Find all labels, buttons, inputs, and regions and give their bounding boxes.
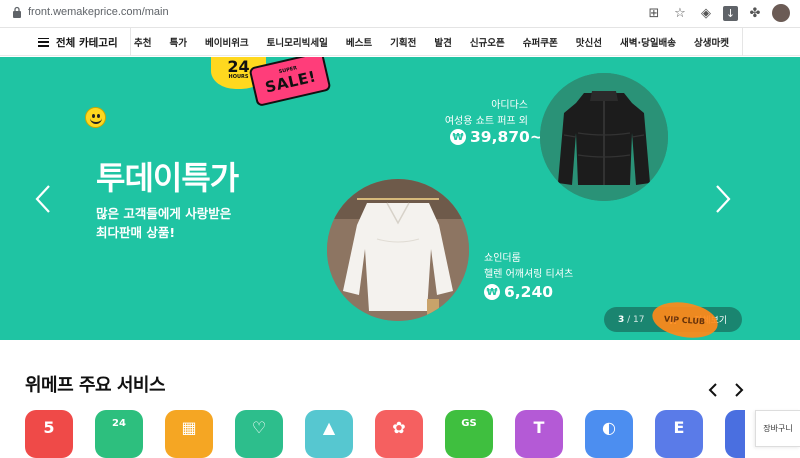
star-icon[interactable]: ☆ bbox=[671, 4, 689, 22]
gs-fresh-icon[interactable]: GS bbox=[445, 410, 493, 458]
extension-icon[interactable]: ◈ bbox=[697, 4, 715, 22]
nav-divider bbox=[742, 28, 743, 56]
product1-price[interactable]: ₩ 39,870~ bbox=[450, 128, 543, 146]
nav-item-tonymoly[interactable]: 토니모리빅세일 bbox=[258, 35, 337, 49]
profile-avatar[interactable] bbox=[772, 4, 790, 22]
nav-item-new-open[interactable]: 신규오픈 bbox=[461, 35, 514, 49]
won-icon: ₩ bbox=[450, 129, 466, 145]
product1-price-value: 39,870~ bbox=[470, 128, 543, 146]
nav-item-best[interactable]: 베스트 bbox=[337, 35, 381, 49]
sale-text: SALE! bbox=[263, 67, 318, 97]
product2-price-value: 6,240 bbox=[504, 283, 554, 301]
more-service-icon[interactable] bbox=[725, 410, 745, 458]
hero-banner[interactable]: 24 HOURS SUPER SALE! 투데이특가 많은 고객들에게 사랑받은… bbox=[0, 57, 800, 340]
product2-brand[interactable]: 쇼인더룸 bbox=[484, 249, 521, 264]
product1-name[interactable]: 여성용 쇼트 퍼프 외 bbox=[445, 112, 528, 127]
all-categories-label: 전체 카테고리 bbox=[56, 36, 118, 49]
24-hour-icon[interactable]: 24 bbox=[95, 410, 143, 458]
vip-club-sticker: VIP CLUB bbox=[649, 297, 721, 340]
hero-title: 투데이특가 bbox=[96, 159, 239, 197]
cart-button[interactable]: 장바구니 bbox=[755, 410, 800, 447]
nav-item-recommend[interactable]: 추천 bbox=[125, 35, 160, 49]
services-prev-arrow[interactable] bbox=[708, 382, 718, 398]
nav-item-exhibition[interactable]: 기획전 bbox=[381, 35, 425, 49]
nav-menu: 추천 특가 베이비위크 토니모리빅세일 베스트 기획전 발견 신규오픈 슈퍼쿠폰… bbox=[125, 28, 738, 56]
product2-image[interactable] bbox=[327, 179, 469, 321]
nav-item-fresh[interactable]: 맛신선 bbox=[567, 35, 611, 49]
product1-image[interactable] bbox=[540, 73, 668, 201]
hero-subtitle-line1: 많은 고객들에게 사랑받은 bbox=[96, 206, 232, 221]
won-icon: ₩ bbox=[484, 284, 500, 300]
special-price-icon[interactable]: 5 bbox=[25, 410, 73, 458]
hero-subtitle-line2: 최다판매 상품! bbox=[96, 225, 176, 240]
hero-next-arrow[interactable] bbox=[714, 184, 732, 214]
download-icon[interactable]: ↓ bbox=[723, 5, 738, 21]
main-nav: 전체 카테고리 추천 특가 베이비위크 토니모리빅세일 베스트 기획전 발견 신… bbox=[0, 28, 800, 56]
product2-name[interactable]: 헬렌 어깨셔링 티셔츠 bbox=[484, 265, 573, 280]
nav-item-special[interactable]: 특가 bbox=[160, 35, 195, 49]
page-separator: / bbox=[624, 314, 634, 325]
nav-item-baby-week[interactable]: 베이비위크 bbox=[196, 35, 258, 49]
lock-icon bbox=[13, 6, 21, 18]
badge-number: 24 bbox=[227, 57, 250, 76]
landscape-icon[interactable]: ▲ bbox=[305, 410, 353, 458]
all-categories-button[interactable]: 전체 카테고리 bbox=[38, 28, 131, 56]
services-next-arrow[interactable] bbox=[734, 382, 744, 398]
t-service-icon[interactable]: T bbox=[515, 410, 563, 458]
browser-toolbar: front.wemakeprice.com/main ⊞ ☆ ◈ ↓ ✤ bbox=[0, 0, 800, 28]
vip-club-text: VIP CLUB bbox=[664, 314, 706, 326]
globe-icon[interactable]: ◐ bbox=[585, 410, 633, 458]
hamburger-icon bbox=[38, 37, 49, 47]
e-coupon-icon[interactable]: E bbox=[655, 410, 703, 458]
super-sale-sticker: SUPER SALE! bbox=[248, 57, 332, 108]
smiley-icon bbox=[85, 107, 106, 128]
nav-item-super-coupon[interactable]: 슈퍼쿠폰 bbox=[514, 35, 567, 49]
nav-item-delivery[interactable]: 새벽·당일배송 bbox=[611, 35, 685, 49]
badge-hours: HOURS bbox=[228, 73, 249, 80]
page-total: 17 bbox=[633, 314, 645, 325]
translate-icon[interactable]: ⊞ bbox=[645, 4, 663, 22]
hero-subtitle: 많은 고객들에게 사랑받은 최다판매 상품! bbox=[96, 204, 231, 242]
gift-icon[interactable]: ✿ bbox=[375, 410, 423, 458]
product1-brand[interactable]: 아디다스 bbox=[491, 96, 528, 111]
puzzle-icon[interactable]: ✤ bbox=[746, 4, 764, 22]
services-icons: 5 24 ▦ ♡ ▲ ✿ GS T ◐ E bbox=[25, 410, 800, 458]
product2-price[interactable]: ₩ 6,240 bbox=[484, 283, 553, 301]
nav-item-discover[interactable]: 발견 bbox=[425, 35, 460, 49]
services-title: 위메프 주요 서비스 bbox=[25, 375, 166, 396]
hero-prev-arrow[interactable] bbox=[34, 184, 52, 214]
nav-item-market[interactable]: 상생마켓 bbox=[685, 35, 738, 49]
heart-icon[interactable]: ♡ bbox=[235, 410, 283, 458]
address-bar[interactable]: front.wemakeprice.com/main bbox=[28, 6, 169, 18]
building-icon[interactable]: ▦ bbox=[165, 410, 213, 458]
